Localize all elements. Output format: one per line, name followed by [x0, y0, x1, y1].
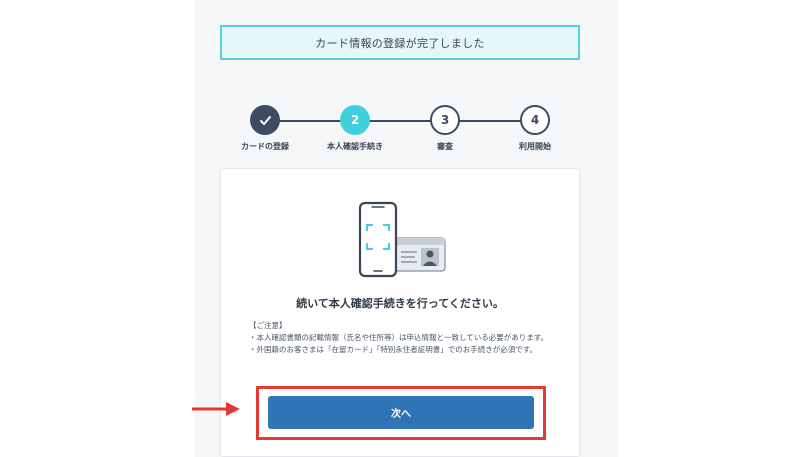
arrow-right-icon: [192, 402, 240, 416]
notice-block: 【ご注意】 ・本人確認書類の記載情報（氏名や住所等）は申込情報と一致している必要…: [249, 320, 559, 356]
step-label: 本人確認手続き: [327, 142, 383, 151]
step-1-check-icon: [250, 105, 280, 135]
step-start-use: 4 利用開始: [490, 105, 580, 152]
instruction-heading: 続いて本人確認手続きを行ってください。: [296, 297, 504, 310]
phone-and-id-card-icon: [358, 201, 446, 278]
highlight-box: [256, 386, 546, 440]
step-number: 4: [520, 105, 550, 135]
registration-complete-banner: カード情報の登録が完了しました: [220, 25, 580, 60]
step-label: 利用開始: [519, 142, 551, 151]
banner-text: カード情報の登録が完了しました: [315, 36, 485, 50]
step-card-registration: カードの登録: [220, 105, 310, 152]
step-number: 2: [340, 105, 370, 135]
step-identity-verification: 2 本人確認手続き: [310, 105, 400, 152]
step-label: 審査: [437, 142, 453, 151]
notice-item: ・本人確認書類の記載情報（氏名や住所等）は申込情報と一致している必要があります。: [249, 333, 549, 342]
notice-item: ・外国籍のお客さまは「在留カード」「特別永住者証明書」でのお手続きが必須です。: [249, 345, 537, 354]
notice-title: 【ご注意】: [249, 321, 287, 330]
progress-stepper: カードの登録 2 本人確認手続き 3 審査 4 利用開始: [220, 105, 580, 155]
step-review: 3 審査: [400, 105, 490, 152]
step-number: 3: [430, 105, 460, 135]
step-label: カードの登録: [241, 142, 289, 151]
